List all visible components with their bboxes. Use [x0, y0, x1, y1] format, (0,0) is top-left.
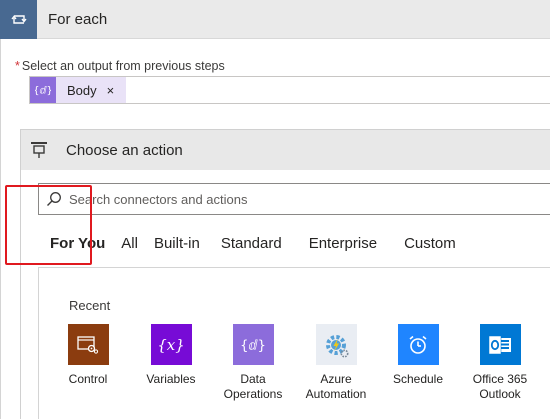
token-close-button[interactable]: × — [107, 83, 115, 98]
select-output-label-text: Select an output from previous steps — [21, 59, 225, 73]
tile-data-operations[interactable]: {ⅆ} Data Operations — [213, 324, 293, 402]
loop-icon — [0, 0, 37, 39]
category-tabs: For You All Built-in Standard Enterprise… — [50, 229, 456, 259]
tab-built-in[interactable]: Built-in — [154, 229, 200, 259]
recent-label: Recent — [69, 298, 111, 313]
choose-action-header[interactable]: Choose an action — [21, 130, 550, 170]
tile-label: Azure Automation — [305, 372, 367, 401]
foreach-title: For each — [48, 10, 108, 28]
tile-variables[interactable]: {x} Variables — [131, 324, 211, 387]
outlook-icon — [479, 324, 521, 365]
search-box[interactable] — [38, 183, 550, 215]
tile-schedule[interactable]: Schedule — [378, 324, 458, 387]
token-label: Body — [67, 82, 97, 98]
body-token[interactable]: {ⅆ} Body × — [30, 77, 126, 103]
tab-custom[interactable]: Custom — [404, 229, 456, 259]
azure-automation-icon — [315, 324, 357, 365]
tile-label: Schedule — [392, 372, 444, 386]
tile-label: Office 365 Outlook — [472, 372, 528, 401]
svg-text:{ⅆ}: {ⅆ} — [241, 338, 265, 353]
data-operations-icon: {ⅆ} — [232, 324, 274, 365]
svg-text:{x}: {x} — [158, 336, 184, 354]
schedule-icon — [397, 324, 439, 365]
svg-text:{ⅆ}: {ⅆ} — [35, 86, 51, 97]
tile-label: Variables — [146, 372, 196, 386]
search-icon — [39, 184, 69, 214]
tile-azure-automation[interactable]: Azure Automation — [296, 324, 376, 402]
expression-icon: {ⅆ} — [30, 77, 56, 103]
select-output-label: * Select an output from previous steps — [15, 59, 225, 73]
choose-action-title: Choose an action — [66, 141, 183, 159]
control-icon — [67, 324, 109, 365]
foreach-header[interactable]: For each — [0, 0, 550, 39]
search-input[interactable] — [69, 185, 529, 213]
variables-icon: {x} — [150, 324, 192, 365]
choose-action-panel: Choose an action For You All Built-in St… — [20, 129, 550, 419]
action-icon — [21, 130, 57, 170]
tab-for-you[interactable]: For You — [50, 229, 105, 259]
output-field[interactable]: {ⅆ} Body × — [29, 76, 550, 104]
required-mark: * — [15, 59, 20, 73]
tab-standard[interactable]: Standard — [221, 229, 282, 259]
tab-enterprise[interactable]: Enterprise — [309, 229, 377, 259]
tab-all[interactable]: All — [121, 229, 138, 259]
tile-control[interactable]: Control — [48, 324, 128, 387]
tile-label: Control — [68, 372, 108, 386]
tile-office-365-outlook[interactable]: Office 365 Outlook — [460, 324, 540, 402]
tile-label: Data Operations — [223, 372, 283, 401]
recent-section: Recent Control {x} Variables {ⅆ} Data Op… — [38, 267, 550, 419]
